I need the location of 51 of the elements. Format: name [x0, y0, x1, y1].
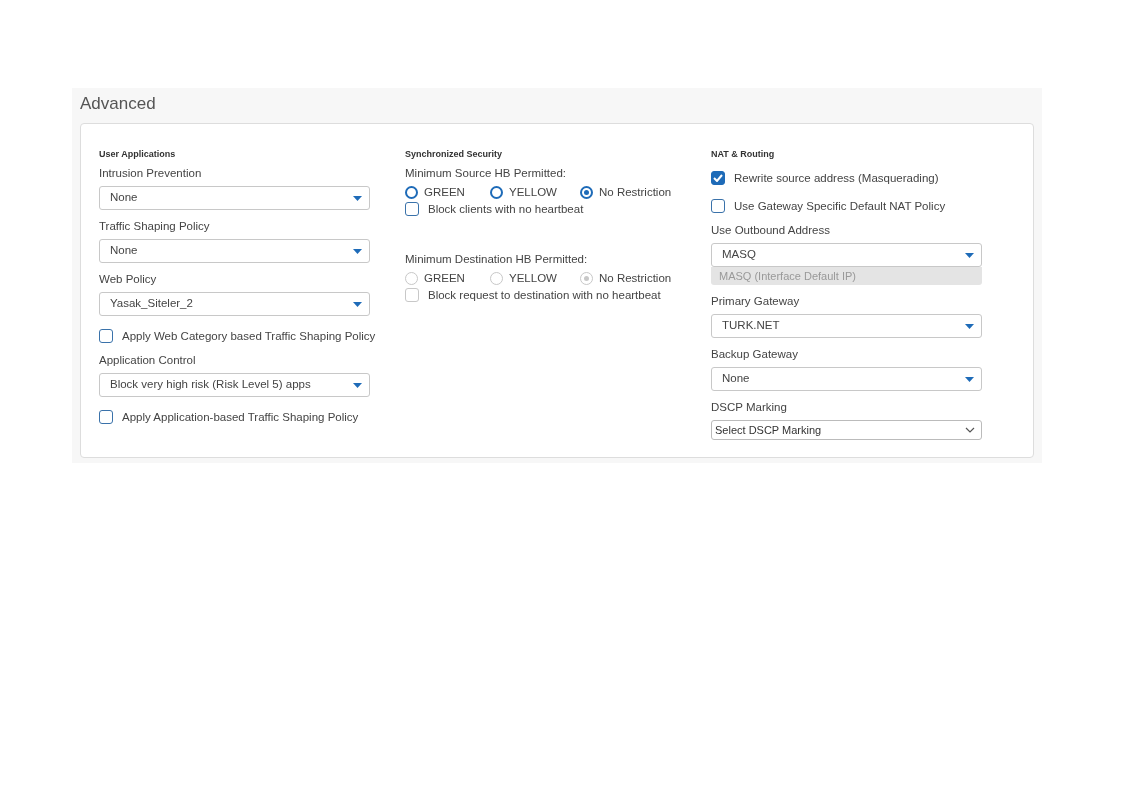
- field-label: Primary Gateway: [711, 294, 801, 309]
- column-heading: Synchronized Security: [405, 148, 504, 160]
- radio-label: GREEN: [424, 271, 465, 286]
- radio-label: YELLOW: [509, 271, 557, 286]
- dropdown[interactable]: Block very high risk (Risk Level 5) apps: [99, 373, 370, 397]
- checkbox[interactable]: [405, 202, 419, 216]
- dropdown[interactable]: None: [711, 367, 982, 391]
- caret-icon: [353, 382, 362, 388]
- field-label: DSCP Marking: [711, 400, 788, 415]
- field-label: Web Policy: [99, 272, 158, 287]
- radio-button[interactable]: [580, 185, 593, 199]
- field-label: Traffic Shaping Policy: [99, 219, 211, 234]
- column-heading: User Applications: [99, 148, 177, 160]
- hint-text: MASQ (Interface Default IP): [711, 267, 982, 285]
- dropdown[interactable]: None: [99, 186, 370, 210]
- radio-button[interactable]: [405, 185, 418, 199]
- radio-label: YELLOW: [509, 185, 557, 200]
- radio-label: No Restriction: [599, 185, 672, 200]
- checkbox-label: Block clients with no heartbeat: [428, 202, 584, 217]
- caret-icon: [965, 323, 974, 329]
- caret-icon: [353, 248, 362, 254]
- section-title: Advanced: [80, 93, 157, 115]
- field-label: Minimum Destination HB Permitted:: [405, 252, 589, 267]
- checkbox[interactable]: [711, 199, 725, 213]
- column-heading: NAT & Routing: [711, 148, 776, 160]
- dropdown[interactable]: TURK.NET: [711, 314, 982, 338]
- radio-label: GREEN: [424, 185, 465, 200]
- field-label: Use Outbound Address: [711, 223, 831, 238]
- checkbox[interactable]: [99, 410, 113, 424]
- field-label: Backup Gateway: [711, 347, 799, 362]
- dropdown[interactable]: None: [99, 239, 370, 263]
- dropdown[interactable]: Yasak_Siteler_2: [99, 292, 370, 316]
- field-label: Application Control: [99, 353, 197, 368]
- dropdown[interactable]: Select DSCP Marking: [711, 420, 982, 440]
- checkbox-label: Rewrite source address (Masquerading): [734, 171, 939, 186]
- caret-icon: [965, 252, 974, 258]
- chevron-icon: [965, 427, 975, 433]
- checkbox-label: Block request to destination with no heartbeat: [428, 288, 661, 303]
- caret-icon: [353, 301, 362, 307]
- radio-label: No Restriction: [599, 271, 672, 286]
- checkbox-label: Apply Web Category based Traffic Shaping Policy: [122, 329, 376, 344]
- checkbox-label: Use Gateway Specific Default NAT Policy: [734, 199, 946, 214]
- caret-icon: [965, 376, 974, 382]
- field-label: Minimum Source HB Permitted:: [405, 166, 568, 181]
- radio-button[interactable]: [490, 185, 503, 199]
- checkbox-label: Apply Application-based Traffic Shaping Policy: [122, 410, 359, 425]
- caret-icon: [353, 195, 362, 201]
- checkbox[interactable]: [99, 329, 113, 343]
- dropdown[interactable]: MASQ: [711, 243, 982, 267]
- field-label: Intrusion Prevention: [99, 166, 203, 181]
- checkbox[interactable]: [711, 171, 725, 185]
